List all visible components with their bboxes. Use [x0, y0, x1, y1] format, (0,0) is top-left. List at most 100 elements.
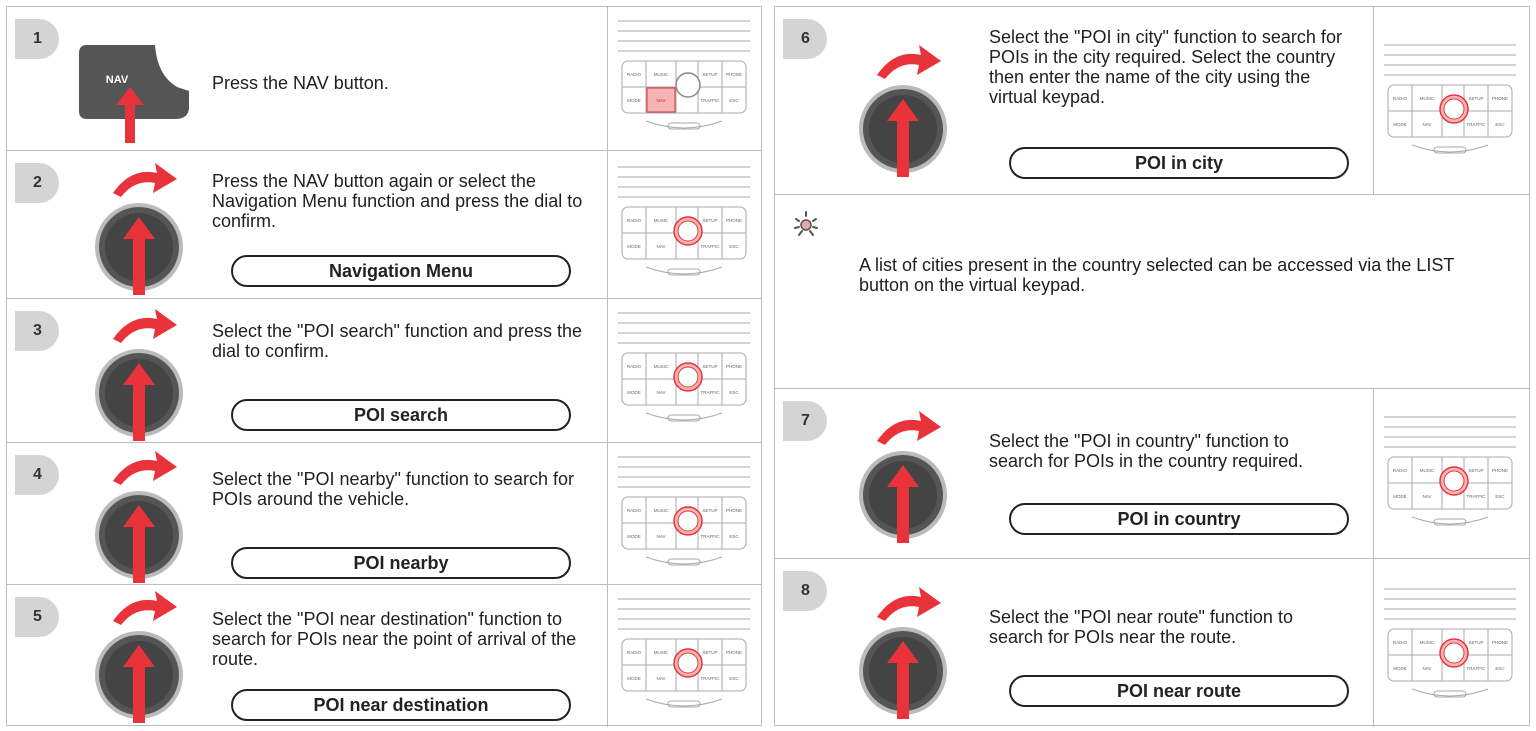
console-thumb: RADIO MUSIC SETUP PHONE MODE NAV TRAFFIC ESC	[607, 585, 761, 727]
step-text: Select the "POI in country" function to …	[989, 431, 1304, 471]
svg-text:ESC: ESC	[729, 98, 739, 103]
svg-text:SETUP: SETUP	[702, 650, 717, 655]
svg-text:TRAFFIC: TRAFFIC	[701, 244, 721, 249]
svg-text:NAV: NAV	[1423, 494, 1432, 499]
svg-text:TRAFFIC: TRAFFIC	[1467, 666, 1487, 671]
svg-text:MODE: MODE	[627, 676, 641, 681]
console-image: RADIO MUSIC SETUP PHONE MODE NAV TRAFFIC ESC	[618, 20, 750, 130]
step-row-3: 3 Select the "POI search" function and p…	[7, 299, 761, 443]
svg-text:TRAFFIC: TRAFFIC	[1467, 122, 1487, 127]
svg-text:SETUP: SETUP	[1468, 468, 1483, 473]
svg-text:PHONE: PHONE	[726, 364, 742, 369]
svg-text:PHONE: PHONE	[1492, 468, 1508, 473]
right-panel: 6 Select the "POI in city" function to s…	[774, 6, 1530, 727]
svg-text:ESC: ESC	[1495, 122, 1505, 127]
step-text: Select the "POI search" function and pre…	[212, 321, 582, 361]
svg-text:MUSIC: MUSIC	[1420, 468, 1435, 473]
rotary-dial-icon	[859, 45, 947, 177]
lightbulb-icon	[794, 211, 818, 236]
console-image: RADIO MUSIC SETUP PHONE MODE NAV TRAFFIC ESC	[618, 166, 750, 276]
svg-text:TRAFFIC: TRAFFIC	[701, 676, 721, 681]
svg-text:MODE: MODE	[627, 244, 641, 249]
console-image: RADIO MUSIC SETUP PHONE MODE NAV TRAFFIC ESC	[1384, 416, 1516, 526]
svg-text:NAV: NAV	[1423, 122, 1432, 127]
svg-text:RADIO: RADIO	[627, 364, 642, 369]
svg-text:NAV: NAV	[1423, 666, 1432, 671]
svg-text:NAV: NAV	[657, 534, 666, 539]
svg-text:ESC: ESC	[729, 244, 739, 249]
svg-text:SETUP: SETUP	[702, 508, 717, 513]
step-number-badge: 3	[15, 311, 59, 351]
step-number-badge: 2	[15, 163, 59, 203]
rotary-dial-icon	[95, 451, 183, 583]
svg-text:MUSIC: MUSIC	[1420, 640, 1435, 645]
svg-text:MUSIC: MUSIC	[654, 508, 669, 513]
step-number-badge: 1	[15, 19, 59, 59]
step-row-4: 4 Select the "POI nearby" function to se…	[7, 443, 761, 585]
svg-text:PHONE: PHONE	[1492, 640, 1508, 645]
svg-text:SETUP: SETUP	[702, 72, 717, 77]
nav-key-icon: NAV	[79, 45, 189, 143]
left-panel: 1 NAV Press the NAV button. RADIO MUSIC …	[6, 6, 762, 727]
step-row-6: 6 Select the "POI in city" function to s…	[775, 7, 1529, 195]
svg-text:MUSIC: MUSIC	[654, 364, 669, 369]
rotary-dial-icon	[859, 411, 947, 543]
svg-text:TRAFFIC: TRAFFIC	[701, 98, 721, 103]
console-thumb: RADIO MUSIC SETUP PHONE MODE NAV TRAFFIC ESC	[607, 299, 761, 442]
console-image: RADIO MUSIC SETUP PHONE MODE NAV TRAFFIC ESC	[618, 312, 750, 422]
tip-row: A list of cities present in the country …	[775, 195, 1529, 389]
svg-text:MUSIC: MUSIC	[654, 72, 669, 77]
console-thumb: RADIO MUSIC SETUP PHONE MODE NAV TRAFFIC ESC	[1373, 7, 1529, 194]
svg-text:RADIO: RADIO	[1393, 96, 1408, 101]
console-thumb: RADIO MUSIC SETUP PHONE MODE NAV TRAFFIC ESC	[607, 7, 761, 150]
svg-text:RADIO: RADIO	[627, 508, 642, 513]
step-row-8: 8 Select the "POI near route" function t…	[775, 559, 1529, 727]
svg-text:NAV: NAV	[657, 390, 666, 395]
svg-text:MUSIC: MUSIC	[654, 218, 669, 223]
step-text: Press the NAV button again or select the…	[212, 171, 583, 231]
svg-text:SETUP: SETUP	[1468, 96, 1483, 101]
step-text: Select the "POI in city" function to sea…	[989, 27, 1342, 107]
console-thumb: RADIO MUSIC SETUP PHONE MODE NAV TRAFFIC ESC	[607, 443, 761, 584]
svg-text:ESC: ESC	[1495, 494, 1505, 499]
rotary-dial-icon	[95, 163, 183, 295]
svg-text:PHONE: PHONE	[726, 650, 742, 655]
step-number-badge: 4	[15, 455, 59, 495]
step-row-2: 2 Press the NAV button again or select t…	[7, 151, 761, 299]
console-image: RADIO MUSIC SETUP PHONE MODE NAV TRAFFIC ESC	[1384, 588, 1516, 698]
console-thumb: RADIO MUSIC SETUP PHONE MODE NAV TRAFFIC ESC	[1373, 559, 1529, 727]
svg-text:RADIO: RADIO	[1393, 640, 1408, 645]
svg-text:NAV: NAV	[657, 98, 666, 103]
svg-text:RADIO: RADIO	[627, 650, 642, 655]
svg-text:RADIO: RADIO	[1393, 468, 1408, 473]
svg-text:SETUP: SETUP	[1468, 640, 1483, 645]
svg-text:PHONE: PHONE	[1492, 96, 1508, 101]
svg-text:SETUP: SETUP	[702, 218, 717, 223]
svg-text:TRAFFIC: TRAFFIC	[701, 534, 721, 539]
step-text: Select the "POI nearby" function to sear…	[212, 469, 574, 509]
svg-text:ESC: ESC	[1495, 666, 1505, 671]
rotary-dial-icon	[95, 309, 183, 441]
step-number-badge: 6	[783, 19, 827, 59]
console-image: RADIO MUSIC SETUP PHONE MODE NAV TRAFFIC ESC	[618, 598, 750, 708]
function-label-pill: Navigation Menu	[231, 255, 571, 287]
svg-text:ESC: ESC	[729, 534, 739, 539]
svg-text:ESC: ESC	[729, 390, 739, 395]
svg-text:MODE: MODE	[627, 98, 641, 103]
step-row-5: 5 Select the "POI near destination" func…	[7, 585, 761, 727]
svg-text:PHONE: PHONE	[726, 218, 742, 223]
svg-text:MUSIC: MUSIC	[1420, 96, 1435, 101]
rotary-dial-icon	[859, 587, 947, 719]
step-text: Select the "POI near destination" functi…	[212, 609, 577, 669]
svg-text:MODE: MODE	[1393, 666, 1407, 671]
console-image: RADIO MUSIC SETUP PHONE MODE NAV TRAFFIC ESC	[1384, 44, 1516, 154]
svg-text:NAV: NAV	[657, 244, 666, 249]
step-number-badge: 8	[783, 571, 827, 611]
function-label-pill: POI in country	[1009, 503, 1349, 535]
function-label-pill: POI near route	[1009, 675, 1349, 707]
console-thumb: RADIO MUSIC SETUP PHONE MODE NAV TRAFFIC ESC	[1373, 389, 1529, 558]
svg-text:MODE: MODE	[1393, 122, 1407, 127]
svg-text:SETUP: SETUP	[702, 364, 717, 369]
step-number-badge: 5	[15, 597, 59, 637]
svg-text:ESC: ESC	[729, 676, 739, 681]
